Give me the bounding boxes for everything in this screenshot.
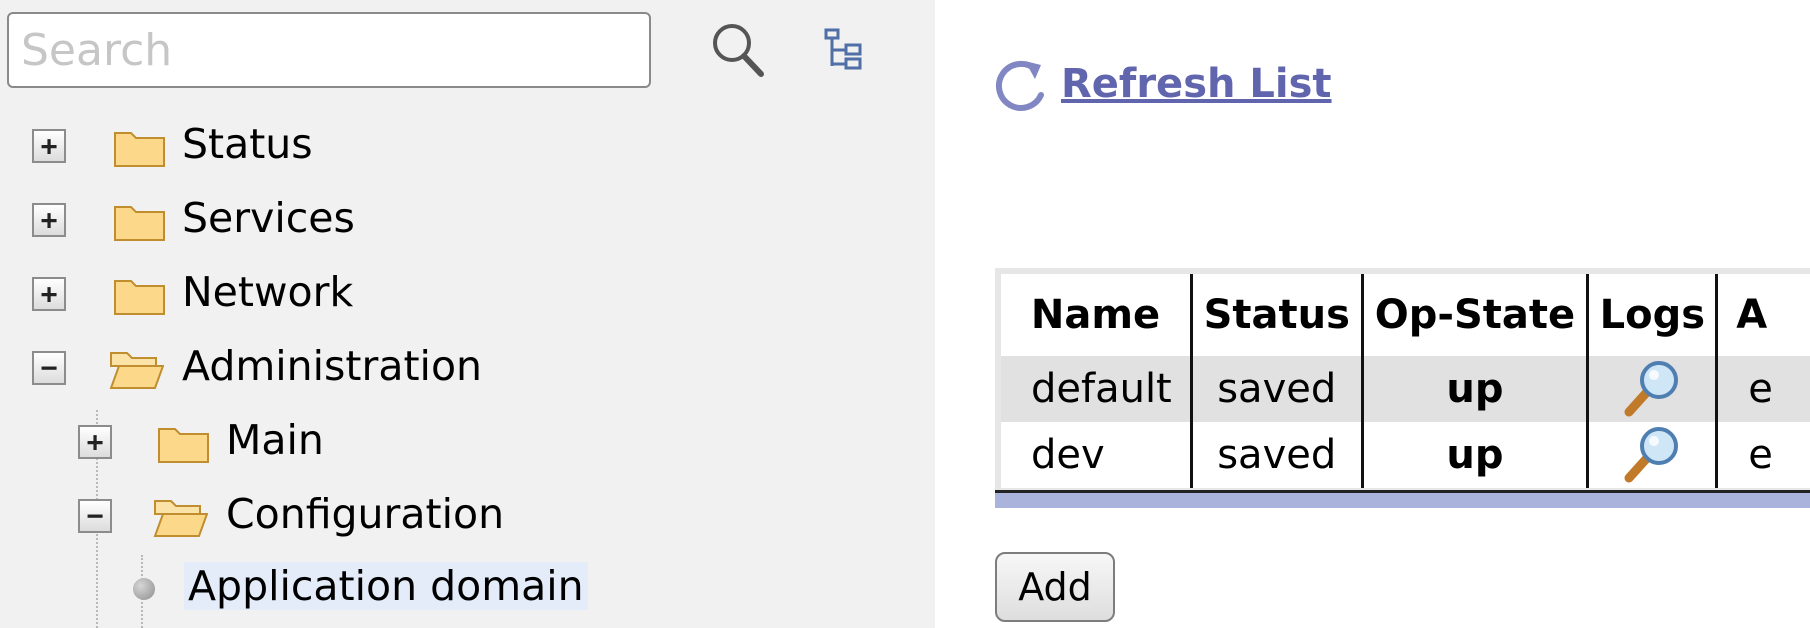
tree-view-icon (824, 28, 862, 70)
collapse-toggle[interactable]: − (78, 499, 112, 533)
app-domain-table-frame: Name Status Op-State Logs A default save… (995, 268, 1810, 508)
tree-item-label: Status (182, 120, 313, 168)
folder-icon (114, 132, 165, 167)
cell-name[interactable]: dev (1001, 422, 1193, 488)
search-button[interactable] (708, 20, 768, 80)
tree-item-label: Configuration (226, 490, 505, 538)
cell-a: e (1748, 432, 1773, 478)
expand-toggle[interactable]: + (32, 277, 66, 311)
table-footer-bar (995, 490, 1810, 508)
tree-item-main[interactable]: + Main (76, 410, 336, 470)
search-icon (713, 24, 764, 77)
tree-item-label: Services (182, 194, 355, 242)
tree-view-button[interactable] (824, 28, 864, 72)
leaf-node-icon (133, 578, 155, 600)
table-header-row: Name Status Op-State Logs A (1001, 274, 1810, 356)
tree-item-services[interactable]: + Services (30, 188, 360, 248)
table-row[interactable]: dev saved up e (1001, 422, 1810, 488)
cell-logs (1587, 356, 1719, 422)
tree-item-network[interactable]: + Network (30, 262, 360, 322)
cell-op-state: up (1362, 356, 1590, 422)
navigation-panel: + Status + Services + Network − Administ… (0, 0, 935, 628)
tree-item-status[interactable]: + Status (30, 114, 330, 174)
search-input[interactable] (7, 12, 651, 88)
folder-icon (114, 280, 165, 315)
table-row[interactable]: default saved up e (1001, 356, 1810, 422)
col-header-op-state: Op-State (1362, 274, 1590, 356)
col-header-name: Name (1001, 274, 1193, 356)
tree-item-application-domain[interactable]: Application domain (130, 556, 590, 616)
collapse-toggle[interactable]: − (32, 351, 66, 385)
tree-item-label: Administration (182, 342, 483, 390)
tree-item-configuration[interactable]: − Configuration (76, 484, 516, 544)
magnifier-icon (1624, 427, 1679, 483)
expand-toggle[interactable]: + (32, 129, 66, 163)
folder-icon (114, 206, 165, 241)
col-header-a: A (1736, 292, 1768, 338)
magnifier-icon (1624, 361, 1679, 417)
col-header-status: Status (1191, 274, 1364, 356)
tree-item-label: Network (182, 268, 354, 316)
folder-open-icon (153, 500, 208, 537)
cell-name[interactable]: default (1001, 356, 1193, 422)
cell-status: saved (1191, 422, 1364, 488)
refresh-icon (995, 60, 1044, 111)
tree-item-label: Main (226, 416, 324, 464)
col-header-logs: Logs (1587, 274, 1719, 356)
refresh-list-link[interactable]: Refresh List (1061, 61, 1332, 107)
view-logs-button[interactable] (1621, 424, 1683, 486)
tree-item-administration[interactable]: − Administration (30, 336, 500, 396)
cell-a: e (1716, 356, 1810, 422)
expand-toggle[interactable]: + (32, 203, 66, 237)
folder-open-icon (109, 352, 164, 389)
app-domain-table: Name Status Op-State Logs A default save… (1001, 274, 1810, 488)
cell-logs (1587, 422, 1719, 488)
add-button[interactable]: Add (995, 552, 1115, 622)
cell-op-state: up (1362, 422, 1590, 488)
expand-toggle[interactable]: + (78, 425, 112, 459)
tree-item-label: Application domain (184, 562, 588, 610)
view-logs-button[interactable] (1621, 358, 1683, 420)
folder-icon (158, 428, 209, 463)
cell-status: saved (1191, 356, 1364, 422)
